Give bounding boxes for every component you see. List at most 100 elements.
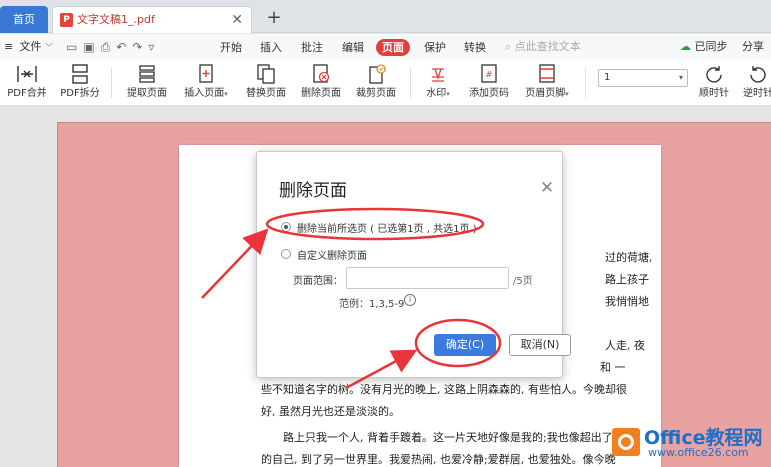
sync-label: 已同步 bbox=[694, 40, 728, 53]
page-number-select[interactable]: 1 ▾ bbox=[598, 69, 688, 87]
tab-document[interactable]: P 文字文稿1_.pdf ✕ bbox=[52, 6, 252, 33]
office-logo-icon bbox=[612, 428, 640, 456]
dialog-title: 删除页面 bbox=[279, 181, 347, 201]
merge-icon bbox=[17, 66, 37, 82]
page-range-example: 范例：1,3,5-9 bbox=[339, 299, 405, 310]
insert-page-label: 插入页面▾ bbox=[184, 88, 228, 99]
menu-bar: ≡ 文件 ﹀ ▭▣⎙↶↷▿ 开始 插入 批注 编辑 页面 保护 转换 ⌕ 点此查… bbox=[0, 34, 771, 60]
chevron-down-icon: ﹀ bbox=[45, 43, 53, 52]
replace-page-label: 替换页面 bbox=[246, 88, 286, 99]
page-number-value: 1 bbox=[604, 72, 611, 83]
undo-icon[interactable]: ↶ bbox=[116, 40, 132, 54]
page-toolbar: PDF合并 PDF拆分 提取页面 插入页面▾ 替换页面 删除页面 裁剪页面 水印… bbox=[0, 60, 771, 106]
document-text-line: 路上只我一个人, 背着手踱着。这一片天地好像是我的;我也像超出了 bbox=[283, 431, 613, 444]
rotate-counterclockwise-label: 逆时针 bbox=[743, 88, 771, 99]
rotate-counterclockwise-icon bbox=[750, 66, 766, 83]
delete-current-label[interactable]: 删除当前所选页 ( 已选第1页 , 共选1页 ) bbox=[297, 220, 477, 235]
watermark-label: 水印▾ bbox=[426, 88, 450, 99]
more-icon[interactable]: ▿ bbox=[148, 40, 160, 54]
extract-pages-button[interactable]: 提取页面 bbox=[126, 63, 168, 103]
crop-page-icon bbox=[369, 64, 386, 84]
toolbar-divider bbox=[585, 68, 586, 98]
document-text-line: 过的荷塘, bbox=[605, 251, 653, 264]
confirm-button[interactable]: 确定(C) bbox=[434, 334, 496, 356]
menu-item-convert[interactable]: 转换 bbox=[458, 39, 492, 56]
print-icon[interactable]: ⎙ bbox=[101, 40, 117, 54]
crop-page-label: 裁剪页面 bbox=[356, 88, 396, 99]
file-menu[interactable]: ≡ 文件 ﹀ bbox=[4, 34, 53, 60]
redo-icon[interactable]: ↷ bbox=[132, 40, 148, 54]
share-button[interactable]: 分享 bbox=[742, 34, 764, 60]
tab-home[interactable]: 首页 bbox=[0, 6, 48, 33]
sync-status[interactable]: ☁ 已同步 bbox=[680, 34, 728, 60]
page-range-total: /5页 bbox=[513, 276, 533, 287]
delete-page-button[interactable]: 删除页面 bbox=[300, 63, 342, 103]
pdf-split-button[interactable]: PDF拆分 bbox=[59, 63, 101, 103]
delete-page-label: 删除页面 bbox=[301, 88, 341, 99]
extract-pages-label: 提取页面 bbox=[127, 88, 167, 99]
page-range-label: 页面范围： bbox=[293, 276, 343, 287]
watermark-icon bbox=[432, 68, 444, 82]
delete-custom-radio[interactable] bbox=[281, 249, 291, 259]
delete-page-dialog: 删除页面 ✕ 删除当前所选页 ( 已选第1页 , 共选1页 ) 自定义删除页面 … bbox=[256, 151, 571, 378]
cancel-button[interactable]: 取消(N) bbox=[509, 334, 571, 356]
search-icon: ⌕ bbox=[505, 40, 512, 53]
menu-item-comment[interactable]: 批注 bbox=[295, 39, 329, 56]
delete-page-icon bbox=[313, 64, 330, 83]
replace-page-button[interactable]: 替换页面 bbox=[245, 63, 287, 103]
rotate-clockwise-icon bbox=[706, 66, 722, 83]
menu-item-insert[interactable]: 插入 bbox=[254, 39, 288, 56]
watermark-url: www.office26.com bbox=[648, 446, 749, 459]
rotate-clockwise-label: 顺时针 bbox=[699, 88, 729, 99]
tab-bar: 首页 P 文字文稿1_.pdf ✕ + bbox=[0, 0, 771, 33]
crop-page-button[interactable]: 裁剪页面 bbox=[355, 63, 397, 103]
document-text-line: 的自己, 到了另一世界里。我爱热闹, 也爱冷静;爱群居, 也爱独处。像今晚 bbox=[261, 453, 616, 466]
search-placeholder: 点此查找文本 bbox=[514, 40, 581, 53]
tab-document-title: 文字文稿1_.pdf bbox=[77, 13, 155, 26]
page-number-icon: # bbox=[481, 64, 497, 83]
watermark-button[interactable]: 水印▾ bbox=[420, 63, 456, 103]
document-text-line: 路上孩子 bbox=[605, 273, 649, 286]
document-text-line: 我悄悄地 bbox=[605, 295, 649, 308]
add-page-number-button[interactable]: # 添加页码 bbox=[467, 63, 511, 103]
svg-text:#: # bbox=[486, 70, 493, 79]
pdf-split-label: PDF拆分 bbox=[60, 88, 100, 99]
cloud-icon: ☁ bbox=[680, 40, 691, 53]
rotate-counterclockwise-button[interactable]: 逆时针 bbox=[740, 63, 771, 103]
hamburger-icon: ≡ bbox=[4, 40, 14, 53]
replace-page-icon bbox=[257, 64, 275, 84]
save-icon[interactable]: ▣ bbox=[83, 40, 100, 54]
document-text-line: 好, 虽然月光也还是淡淡的。 bbox=[261, 405, 400, 418]
document-text-line: 些不知道名字的树。没有月光的晚上, 这路上阴森森的, 有些怕人。今晚却很 bbox=[261, 383, 627, 396]
add-tab-button[interactable]: + bbox=[263, 6, 285, 30]
close-icon[interactable]: ✕ bbox=[532, 178, 562, 198]
file-menu-label: 文件 bbox=[19, 40, 42, 53]
toolbar-divider bbox=[111, 68, 112, 98]
chevron-down-icon: ▾ bbox=[678, 73, 683, 82]
delete-current-radio[interactable] bbox=[281, 222, 291, 232]
page-range-input[interactable] bbox=[346, 267, 509, 289]
menu-item-page[interactable]: 页面 bbox=[376, 39, 410, 56]
menu-item-edit[interactable]: 编辑 bbox=[336, 39, 370, 56]
pdf-file-icon: P bbox=[60, 13, 73, 27]
menu-item-start[interactable]: 开始 bbox=[214, 39, 248, 56]
header-footer-icon bbox=[539, 64, 555, 83]
add-page-number-label: 添加页码 bbox=[469, 88, 509, 99]
header-footer-label: 页眉页脚▾ bbox=[525, 88, 569, 99]
search-input[interactable]: ⌕ 点此查找文本 bbox=[505, 34, 581, 60]
open-icon[interactable]: ▭ bbox=[66, 40, 83, 54]
split-icon bbox=[72, 64, 88, 84]
document-text-line: 人走, 夜 bbox=[605, 339, 645, 352]
rotate-clockwise-button[interactable]: 顺时针 bbox=[696, 63, 732, 103]
delete-custom-label[interactable]: 自定义删除页面 bbox=[297, 247, 367, 262]
menu-item-protect[interactable]: 保护 bbox=[418, 39, 452, 56]
info-icon[interactable]: i bbox=[404, 294, 416, 306]
pdf-merge-button[interactable]: PDF合并 bbox=[6, 63, 48, 103]
document-text-line: 和 一 bbox=[600, 361, 626, 374]
toolbar-divider bbox=[410, 68, 411, 98]
insert-page-button[interactable]: 插入页面▾ bbox=[182, 63, 230, 103]
extract-icon bbox=[139, 65, 155, 83]
close-icon[interactable]: ✕ bbox=[231, 7, 243, 33]
header-footer-button[interactable]: 页眉页脚▾ bbox=[522, 63, 572, 103]
insert-page-icon bbox=[199, 64, 213, 83]
